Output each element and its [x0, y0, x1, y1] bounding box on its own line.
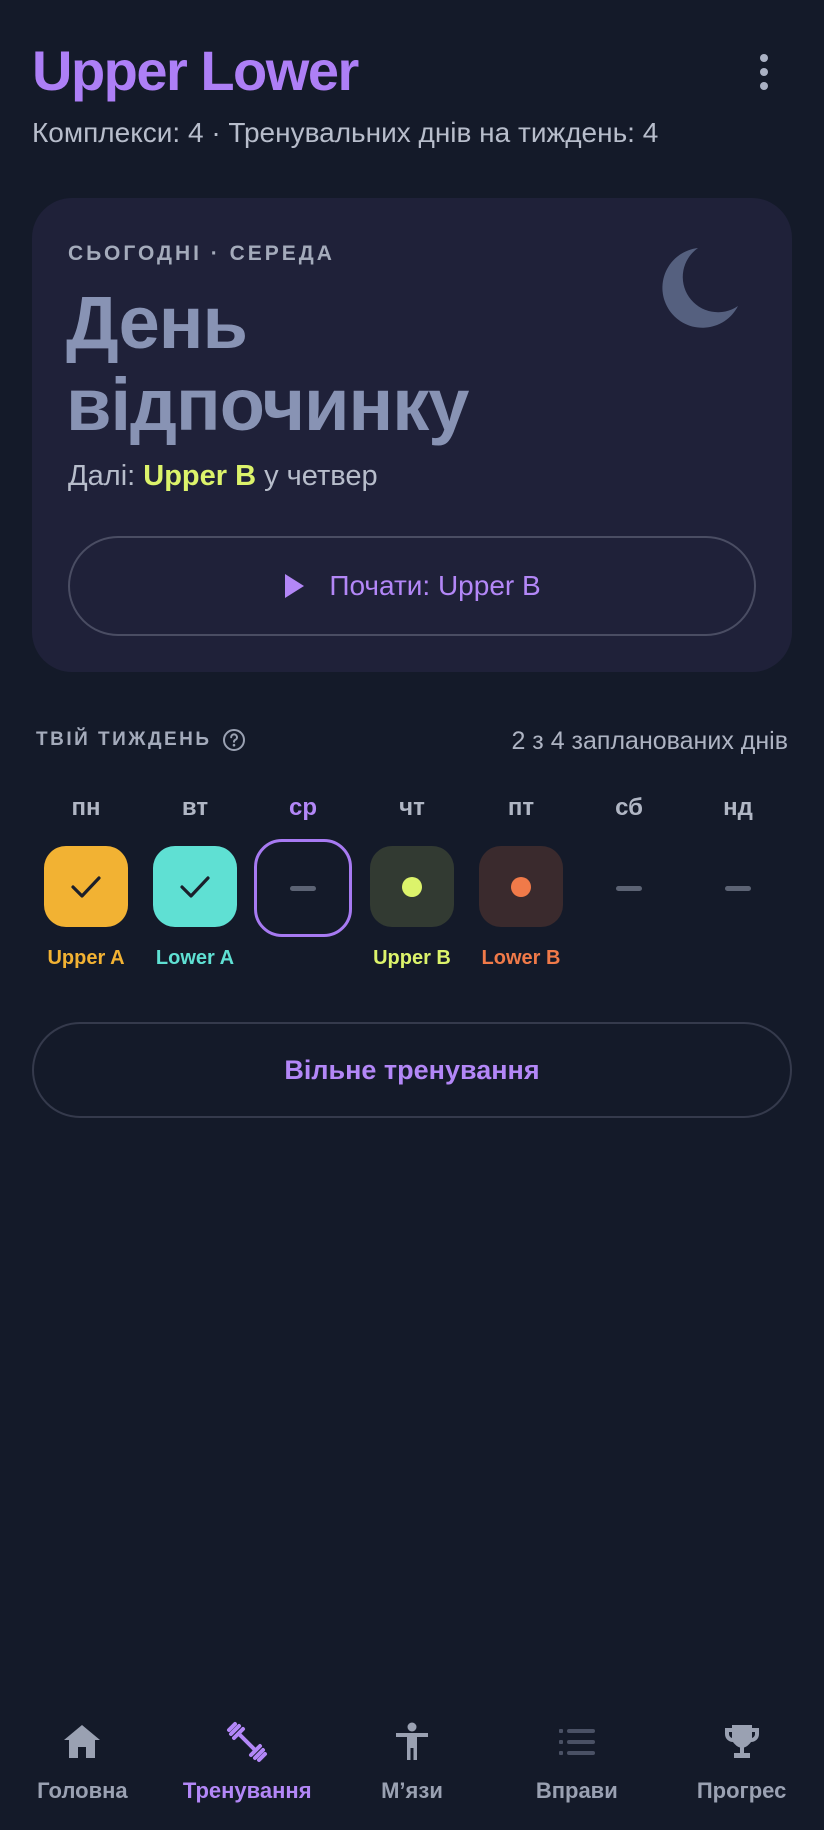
nav-item-label: Головна	[37, 1778, 128, 1803]
day-column: пт Lower B	[471, 790, 571, 970]
nav-item[interactable]: Тренування	[165, 1700, 330, 1830]
day-column: ср	[253, 790, 353, 970]
week-progress-count: 2 з 4 запланованих днів	[511, 727, 788, 755]
planned-dot	[402, 876, 422, 897]
today-title: День відпочинку	[66, 282, 626, 446]
nav-item[interactable]: Головна	[0, 1700, 165, 1830]
day-column: нд	[688, 790, 788, 970]
nav-item-label: М’язи	[381, 1778, 443, 1803]
day-name: пн	[71, 794, 101, 821]
home-icon	[64, 1725, 101, 1758]
more-options-button[interactable]	[746, 48, 782, 96]
body-icon	[395, 1722, 428, 1760]
day-plan-label: Lower B	[481, 947, 561, 969]
nav-item-label: Прогрес	[696, 1778, 787, 1803]
next-workout-line: Далі: Upper B у четвер	[68, 460, 378, 493]
program-summary: Комплекси: 4 · Тренувальних днів на тижд…	[32, 117, 659, 148]
planned-dot	[511, 876, 531, 897]
check-icon	[180, 875, 210, 898]
start-workout-button[interactable]: Почати: Upper B	[68, 536, 756, 636]
day-name: вт	[181, 794, 209, 821]
help-icon[interactable]	[222, 728, 246, 752]
day-name: ср	[288, 794, 317, 821]
day-plan-label: Upper A	[47, 947, 125, 969]
day-status-box[interactable]	[44, 846, 128, 927]
screen: Upper Lower Комплекси: 4 · Тренувальних …	[0, 0, 824, 1830]
today-label: СЬОГОДНІ · СЕРЕДА	[68, 242, 335, 265]
day-column: чт Upper B	[362, 790, 462, 970]
day-name: нд	[723, 794, 753, 821]
dumbbell-icon	[227, 1722, 268, 1762]
nav-item[interactable]: Прогрес	[659, 1700, 824, 1830]
more-vert-icon	[760, 54, 768, 62]
moon-icon	[662, 248, 738, 328]
next-workout-name: Upper B	[143, 460, 257, 492]
day-status-box[interactable]	[479, 846, 563, 927]
day-name: чт	[399, 794, 425, 821]
nav-item[interactable]: М’язи	[330, 1700, 495, 1830]
day-plan-label: Lower A	[155, 947, 235, 969]
rest-dash	[725, 885, 751, 891]
day-column: пн Upper A	[36, 790, 136, 970]
day-status-box[interactable]	[370, 846, 454, 927]
nav-item-label: Вправи	[535, 1778, 618, 1803]
check-icon	[71, 875, 101, 898]
week-label-text: ТВІЙ ТИЖДЕНЬ	[36, 729, 212, 750]
day-column: вт Lower A	[145, 790, 245, 970]
trophy-icon	[724, 1725, 759, 1758]
next-prefix: Далі:	[68, 460, 136, 492]
today-card: СЬОГОДНІ · СЕРЕДА День відпочинку Далі: …	[32, 198, 792, 672]
day-status-box[interactable]	[696, 846, 780, 930]
today-title-line1: День	[66, 281, 248, 364]
next-suffix: у четвер	[264, 460, 378, 492]
nav-item[interactable]: Вправи	[494, 1700, 659, 1830]
day-status-box[interactable]	[153, 846, 237, 927]
bottom-navigation: Головна Тренування М’язи Вправи Прогрес	[0, 1700, 824, 1830]
start-workout-label: Почати: Upper B	[329, 570, 541, 601]
week-section-label: ТВІЙ ТИЖДЕНЬ	[36, 728, 246, 752]
app-title: Upper Lower	[32, 39, 359, 102]
day-column: сб	[579, 790, 679, 970]
nav-item-label: Тренування	[182, 1778, 312, 1803]
day-status-box[interactable]	[587, 846, 671, 930]
day-status-box[interactable]	[254, 839, 352, 937]
list-icon	[558, 1729, 595, 1755]
rest-dash	[290, 885, 316, 891]
day-name: пт	[507, 794, 535, 821]
day-name: сб	[615, 794, 643, 821]
play-icon	[285, 574, 305, 598]
today-title-line2: відпочинку	[66, 363, 469, 446]
rest-dash	[616, 885, 642, 891]
day-plan-label: Upper B	[373, 947, 451, 969]
free-workout-button[interactable]: Вільне тренування	[32, 1022, 792, 1118]
